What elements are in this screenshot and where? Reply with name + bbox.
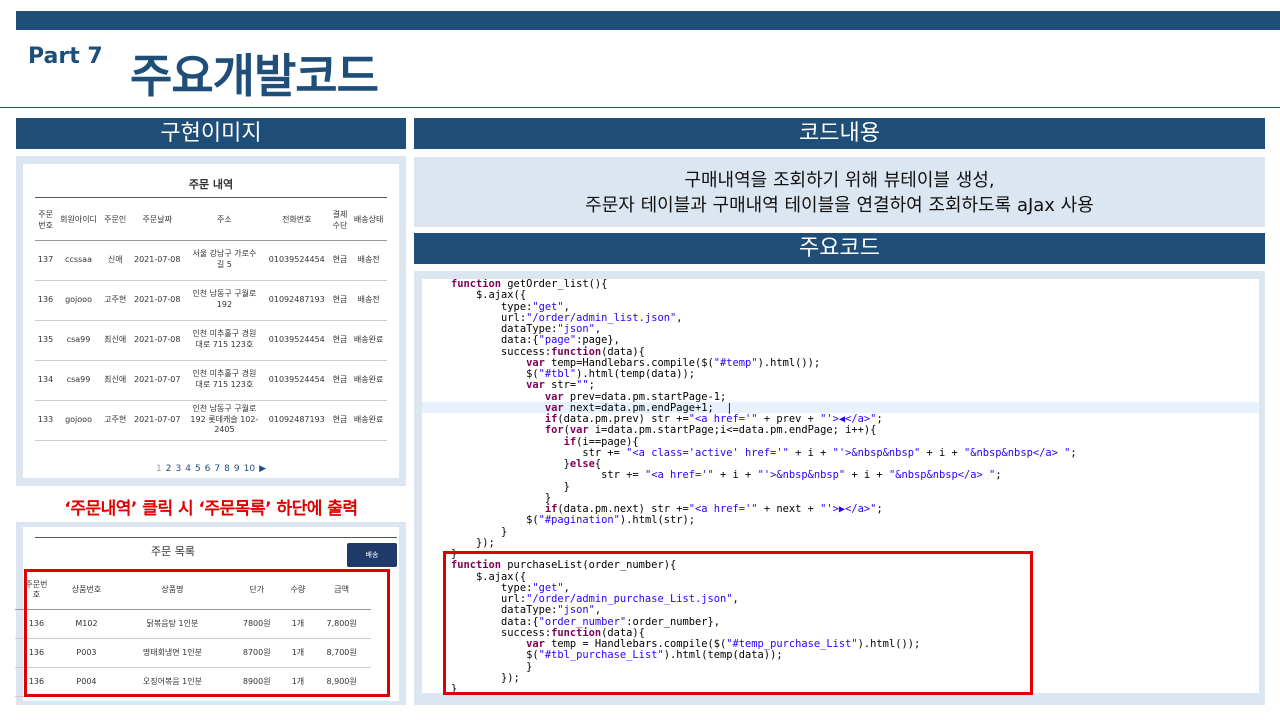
order-table-cell: 01039524454 bbox=[263, 240, 330, 281]
purchase-list-top-rule bbox=[35, 537, 397, 538]
order-table-header-cell: 결제 수단 bbox=[329, 200, 351, 241]
page-link[interactable]: 8 bbox=[224, 464, 230, 474]
main-code-header: 주요코드 bbox=[414, 233, 1265, 264]
code-content-header: 코드내용 bbox=[414, 118, 1265, 149]
order-table-row[interactable]: 135 csa99 최신애 2021-07-08 인천 미추홀구 경원 대로 715 12… bbox=[35, 320, 387, 361]
order-table-row[interactable]: 137 ccssaa 신애 2021-07-08 서울 강남구 가로수 길 5 010395… bbox=[35, 240, 387, 281]
order-table-row[interactable]: 133 gojooo 고주현 2021-07-07 인천 남동구 구월로 192 롯데캐슬… bbox=[35, 400, 387, 441]
order-table-header-cell: 주문인 bbox=[100, 200, 130, 241]
top-banner bbox=[16, 11, 1280, 30]
order-table-cell: gojooo bbox=[56, 280, 101, 321]
order-table-cell: ccssaa bbox=[56, 240, 101, 281]
order-list-top-rule bbox=[35, 197, 387, 198]
order-table-cell: 인천 미추홀구 경원 대로 715 123호 bbox=[184, 360, 264, 401]
code-description: 구매내역을 조회하기 위해 뷰테이블 생성, 주문자 테이블과 구매내역 테이블… bbox=[414, 157, 1265, 227]
order-table-cell: 현금 bbox=[329, 400, 351, 441]
page-link[interactable]: 1 bbox=[156, 464, 162, 474]
order-table-cell: 2021-07-08 bbox=[129, 320, 185, 361]
order-table-header-cell: 회원아이디 bbox=[56, 200, 101, 241]
order-table-cell: 01039524454 bbox=[263, 360, 330, 401]
code-highlight-box bbox=[443, 551, 1033, 695]
description-line-1: 구매내역을 조회하기 위해 뷰테이블 생성, bbox=[684, 170, 995, 191]
order-table-cell: 신애 bbox=[100, 240, 130, 281]
order-table-row[interactable]: 134 csa99 최신애 2021-07-07 인천 미추홀구 경원 대로 715 12… bbox=[35, 360, 387, 401]
order-table-cell: 01092487193 bbox=[263, 400, 330, 441]
order-table-row[interactable]: 136 gojooo 고주현 2021-07-08 인천 남동구 구월로 192 01092… bbox=[35, 280, 387, 321]
page-title: 주요개발코드 bbox=[130, 49, 379, 103]
pagination: 1 2 3 4 5 6 7 8 9 10 ▶ bbox=[23, 464, 399, 474]
order-table-cell: 현금 bbox=[329, 280, 351, 321]
page-link[interactable]: 9 bbox=[234, 464, 240, 474]
ship-button[interactable]: 배송 bbox=[347, 543, 397, 567]
order-table-cell: 01039524454 bbox=[263, 320, 330, 361]
order-table-cell: csa99 bbox=[56, 360, 101, 401]
order-table-cell: 134 bbox=[35, 360, 57, 401]
page-link[interactable]: 10 bbox=[244, 464, 255, 474]
order-table-cell: 인천 남동구 구월로 192 bbox=[184, 280, 264, 321]
order-table-cell: 배송완료 bbox=[350, 320, 387, 361]
implementation-image-header: 구현이미지 bbox=[16, 118, 406, 149]
order-table-cell: 배송완료 bbox=[350, 360, 387, 401]
order-table-cell: 고주현 bbox=[100, 280, 130, 321]
page-link[interactable]: 7 bbox=[214, 464, 220, 474]
order-table-header-cell: 전화번호 bbox=[263, 200, 330, 241]
description-line-2: 주문자 테이블과 구매내역 테이블을 연결하여 조회하도록 aJax 사용 bbox=[585, 195, 1094, 216]
order-list-card: 주문 내역 주문 번호 회원아이디 주문인 주문날짜 주소 전화번호 결제 수단 배송상태 137… bbox=[23, 164, 399, 478]
order-table-cell: 137 bbox=[35, 240, 57, 281]
order-table-header-cell: 배송상태 bbox=[350, 200, 387, 241]
page-link[interactable]: 5 bbox=[195, 464, 201, 474]
order-table-cell: 2021-07-07 bbox=[129, 400, 185, 441]
order-list-panel: 주문 내역 주문 번호 회원아이디 주문인 주문날짜 주소 전화번호 결제 수단 배송상태 137… bbox=[16, 156, 406, 486]
order-table-cell: 2021-07-08 bbox=[129, 240, 185, 281]
order-table-header-cell: 주소 bbox=[184, 200, 264, 241]
order-table-cell: 136 bbox=[35, 280, 57, 321]
order-table-cell: 2021-07-07 bbox=[129, 360, 185, 401]
order-table-cell: 배송전 bbox=[350, 240, 387, 281]
order-table-cell: 배송완료 bbox=[350, 400, 387, 441]
order-table-cell: 인천 남동구 구월로 192 롯데캐슬 102- 2405 bbox=[184, 400, 264, 441]
order-table-cell: 현금 bbox=[329, 360, 351, 401]
order-table-cell: 현금 bbox=[329, 240, 351, 281]
part-label: Part 7 bbox=[28, 44, 103, 69]
page-link[interactable]: 2 bbox=[166, 464, 172, 474]
order-table-cell: gojooo bbox=[56, 400, 101, 441]
click-caption: ‘주문내역’ 클릭 시 ‘주문목록’ 하단에 출력 bbox=[64, 499, 358, 519]
order-table-cell: 인천 미추홀구 경원 대로 715 123호 bbox=[184, 320, 264, 361]
purchase-highlight-box bbox=[24, 569, 390, 697]
next-page-link[interactable]: ▶ bbox=[259, 464, 266, 474]
order-table-cell: 현금 bbox=[329, 320, 351, 361]
order-table-cell: 01092487193 bbox=[263, 280, 330, 321]
order-table-cell: 배송전 bbox=[350, 280, 387, 321]
purchase-list-title: 주문 목록 bbox=[151, 545, 195, 558]
order-table-cell: 최신애 bbox=[100, 320, 130, 361]
order-table-cell: csa99 bbox=[56, 320, 101, 361]
order-table-header-cell: 주문 번호 bbox=[35, 200, 57, 241]
order-table-header-cell: 주문날짜 bbox=[129, 200, 185, 241]
title-divider bbox=[0, 107, 1280, 108]
page-link[interactable]: 3 bbox=[175, 464, 181, 474]
order-table-cell: 135 bbox=[35, 320, 57, 361]
order-table: 주문 번호 회원아이디 주문인 주문날짜 주소 전화번호 결제 수단 배송상태 137 ccssaa… bbox=[35, 200, 387, 441]
page-link[interactable]: 6 bbox=[205, 464, 211, 474]
order-table-cell: 고주현 bbox=[100, 400, 130, 441]
page-link[interactable]: 4 bbox=[185, 464, 191, 474]
order-list-title[interactable]: 주문 내역 bbox=[23, 176, 399, 192]
order-table-cell: 최신애 bbox=[100, 360, 130, 401]
order-table-cell: 133 bbox=[35, 400, 57, 441]
editor-gutter-rule bbox=[421, 279, 422, 693]
order-table-cell: 2021-07-08 bbox=[129, 280, 185, 321]
order-table-cell: 서울 강남구 가로수 길 5 bbox=[184, 240, 264, 281]
